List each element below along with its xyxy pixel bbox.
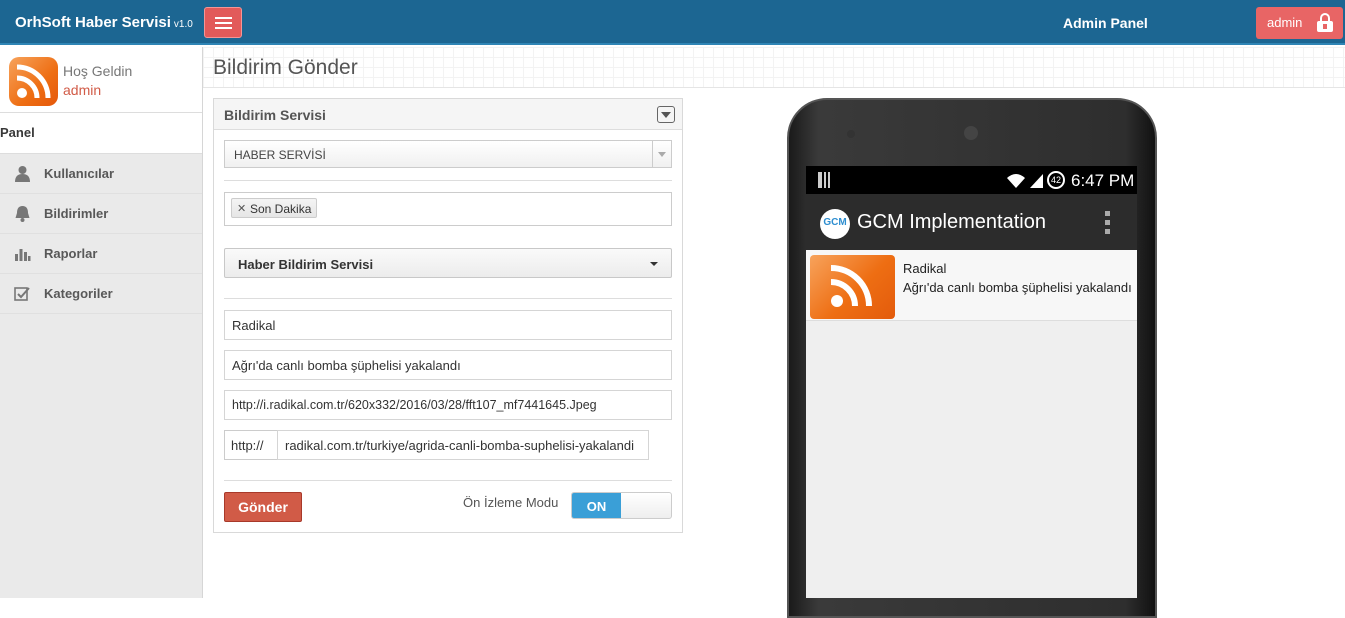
dropdown-label: Haber Bildirim Servisi — [238, 257, 374, 272]
brand-version: v1.0 — [173, 19, 193, 30]
sidebar: Hoş Geldin admin Panel Kullanıcılar Bild… — [0, 47, 203, 598]
checkbox-icon — [14, 287, 30, 301]
sidebar-item-label: Kullanıcılar — [44, 166, 115, 181]
brand[interactable]: OrhSoft Haber Servisi v1.0 — [15, 14, 193, 31]
image-url-field[interactable]: http://i.radikal.com.tr/620x332/2016/03/… — [224, 390, 672, 420]
hamburger-icon-line — [215, 22, 232, 24]
sidebar-item-reports[interactable]: Raporlar — [0, 234, 202, 274]
notification-item[interactable]: Radikal Ağrı'da canlı bomba şüphelisi ya… — [806, 250, 1137, 321]
link-field[interactable]: radikal.com.tr/turkiye/agrida-canli-bomb… — [277, 430, 649, 460]
caret-down-icon — [650, 262, 658, 266]
user-menu-label: admin — [1267, 15, 1303, 30]
sidebar-item-categories[interactable]: Kategoriler — [0, 274, 202, 314]
phone-sensor — [847, 130, 855, 138]
divider — [224, 480, 672, 481]
user-icon — [15, 166, 30, 182]
tag-input[interactable]: ✕ Son Dakika — [224, 192, 672, 226]
sidebar-item-label: Bildirimler — [44, 206, 109, 221]
notification-title: Radikal — [903, 261, 947, 276]
bar-chart-icon — [15, 249, 31, 261]
user-menu-button[interactable]: admin — [1256, 7, 1343, 39]
collapse-toggle-icon[interactable] — [657, 106, 675, 123]
bell-icon — [15, 206, 30, 222]
barcode-icon — [818, 172, 830, 188]
tag-chip: ✕ Son Dakika — [231, 198, 318, 218]
divider — [224, 298, 672, 299]
sidebar-item-notifications[interactable]: Bildirimler — [0, 194, 202, 234]
headline-field[interactable]: Ağrı'da canlı bomba şüphelisi yakalandı — [224, 350, 672, 380]
sidebar-item-panel[interactable]: Panel — [0, 113, 202, 154]
status-bar: 42 6:47 PM — [806, 166, 1137, 194]
sidebar-item-label: Raporlar — [44, 246, 98, 261]
toggle-on-label: ON — [572, 493, 621, 518]
status-time: 6:47 PM — [1071, 171, 1135, 190]
source-field[interactable]: Radikal — [224, 310, 672, 340]
app-action-bar: GCM GCM Implementation — [806, 194, 1137, 250]
rss-thumbnail-icon — [810, 255, 895, 319]
hamburger-icon — [215, 17, 232, 19]
sidebar-item-label: Kategoriler — [44, 286, 113, 301]
preview-mode-label: Ön İzleme Modu — [463, 495, 559, 510]
phone-camera — [964, 126, 978, 140]
remove-tag-icon[interactable]: ✕ — [237, 202, 246, 215]
preview-mode-toggle[interactable]: ON — [571, 492, 672, 519]
greeting-text: Hoş Geldin — [63, 63, 133, 79]
overflow-menu-icon[interactable] — [1105, 211, 1110, 235]
notification-text: Ağrı'da canlı bomba şüphelisi yakalandı — [903, 280, 1132, 295]
header-title: Admin Panel — [1063, 15, 1148, 31]
username-text: admin — [63, 82, 102, 98]
service-select[interactable]: HABER SERVİSİ — [224, 140, 672, 168]
page-header: Bildirim Gönder — [203, 47, 1345, 88]
divider — [224, 180, 672, 181]
rss-logo-icon — [9, 57, 58, 106]
menu-toggle-button[interactable] — [204, 7, 242, 38]
wifi-signal-icon — [1007, 174, 1043, 188]
url-prefix-addon: http:// — [224, 430, 278, 460]
widget-header: Bildirim Servisi — [214, 99, 682, 130]
service-select-value: HABER SERVİSİ — [234, 148, 326, 162]
widget-title: Bildirim Servisi — [224, 107, 326, 123]
hamburger-icon-line — [215, 27, 232, 29]
phone-screen: 42 6:47 PM GCM GCM Implementation Radika… — [806, 166, 1137, 598]
app-title: GCM Implementation — [857, 211, 1046, 233]
notification-form-widget: Bildirim Servisi HABER SERVİSİ ✕ Son Dak… — [213, 98, 683, 533]
lock-icon — [1317, 13, 1333, 32]
sidebar-item-users[interactable]: Kullanıcılar — [0, 154, 202, 194]
brand-title: OrhSoft Haber Servisi — [15, 14, 171, 31]
service-dropdown-button[interactable]: Haber Bildirim Servisi — [224, 248, 672, 278]
page-title: Bildirim Gönder — [213, 56, 358, 79]
battery-icon: 42 — [1047, 171, 1065, 189]
tag-label: Son Dakika — [250, 202, 312, 216]
user-box: Hoş Geldin admin — [0, 47, 202, 113]
top-navbar: OrhSoft Haber Servisi v1.0 Admin Panel ad… — [0, 0, 1345, 45]
chevron-down-icon — [652, 141, 671, 167]
gcm-logo-icon: GCM — [820, 209, 850, 239]
send-button[interactable]: Gönder — [224, 492, 302, 522]
